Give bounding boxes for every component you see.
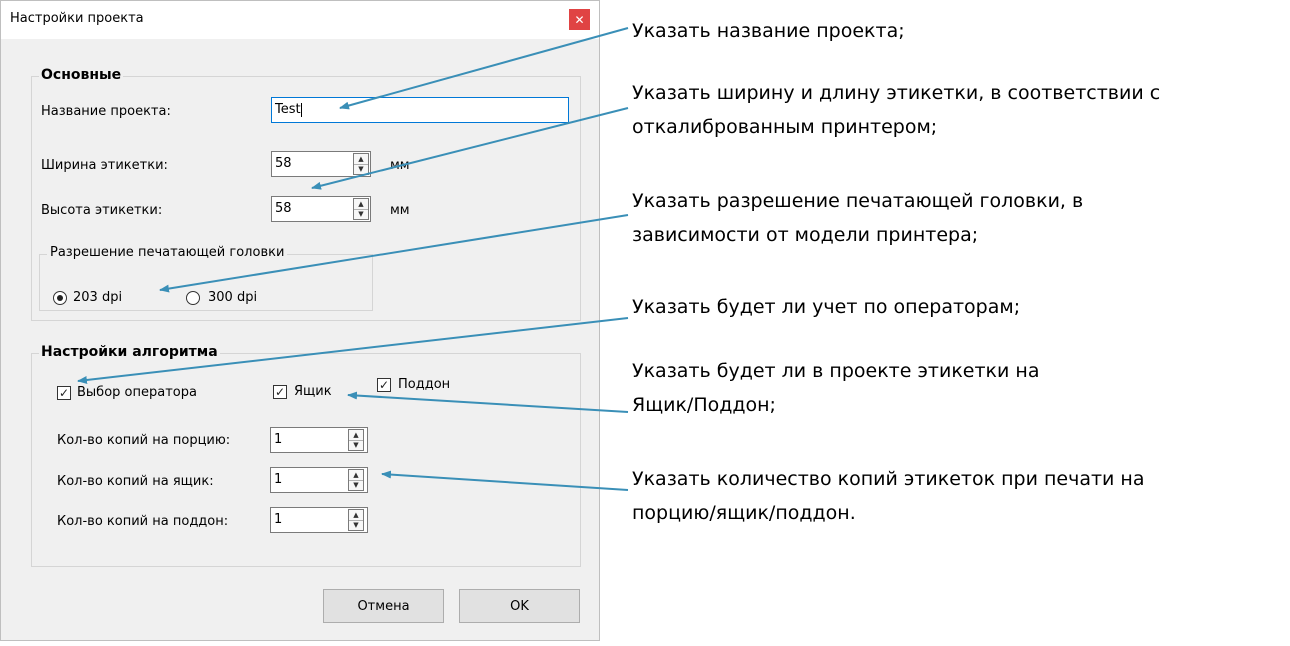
- note-project-name-text: Указать название проекта;: [632, 20, 905, 42]
- arrow-copies: [381, 470, 629, 491]
- note-box-pallet-line2: Ящик/Поддон;: [632, 394, 776, 416]
- note-resolution-line1: Указать разрешение печатающей головки, в: [632, 190, 1084, 212]
- note-label-size-line1: Указать ширину и длину этикетки, в соотв…: [632, 82, 1161, 104]
- arrow-project-name: [339, 27, 629, 110]
- note-box-pallet-line1: Указать будет ли в проекте этикетки на: [632, 360, 1040, 382]
- note-label-size-line2: откалиброванным принтером;: [632, 116, 938, 138]
- note-project-name: Указать название проекта;: [632, 14, 905, 48]
- note-resolution-line2: зависимости от модели принтера;: [632, 224, 979, 246]
- note-box-pallet: Указать будет ли в проекте этикетки на Я…: [632, 354, 1040, 422]
- note-resolution: Указать разрешение печатающей головки, в…: [632, 184, 1083, 252]
- arrow-label-size: [311, 107, 629, 190]
- note-label-size: Указать ширину и длину этикетки, в соотв…: [632, 76, 1160, 144]
- note-operator: Указать будет ли учет по операторам;: [632, 290, 1020, 324]
- arrow-resolution: [159, 214, 629, 293]
- note-copies-line2: порцию/ящик/поддон.: [632, 502, 856, 524]
- note-copies-line1: Указать количество копий этикеток при пе…: [632, 468, 1145, 490]
- note-copies: Указать количество копий этикеток при пе…: [632, 462, 1144, 530]
- arrow-operator: [77, 317, 629, 384]
- note-operator-text: Указать будет ли учет по операторам;: [632, 296, 1021, 318]
- arrow-box-pallet: [347, 391, 629, 413]
